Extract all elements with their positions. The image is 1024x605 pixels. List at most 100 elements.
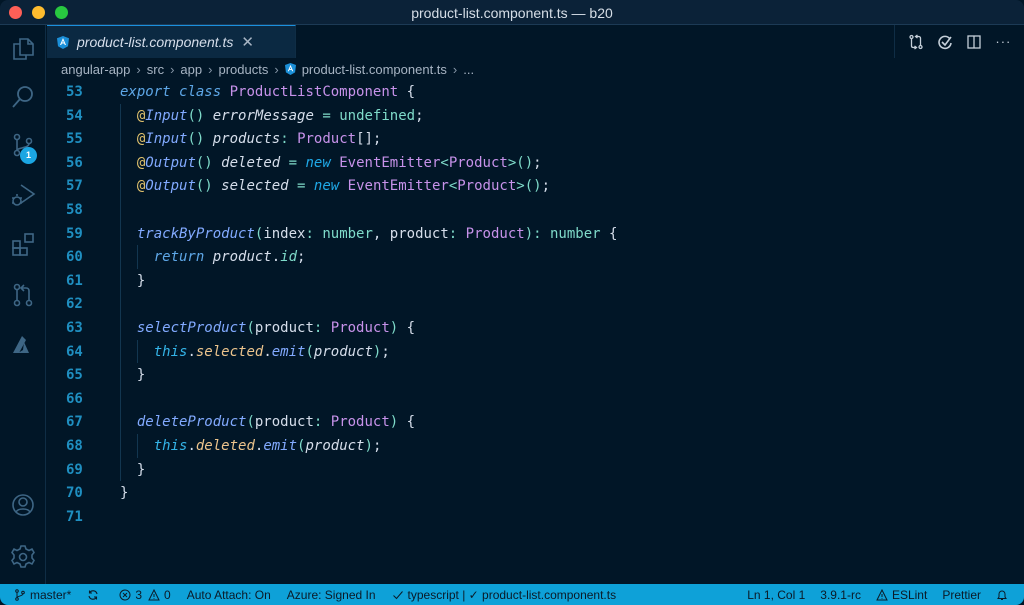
code-text: } xyxy=(137,363,145,387)
prettier-label: Prettier xyxy=(942,587,981,602)
status-eslint[interactable]: ESLint xyxy=(876,588,927,602)
eslint-label: ESLint xyxy=(891,587,928,602)
code-token: : xyxy=(305,225,314,242)
code-token: ; xyxy=(541,178,550,195)
more-actions-button[interactable]: ··· xyxy=(994,33,1012,51)
activity-run-debug[interactable] xyxy=(9,181,37,209)
activity-azure[interactable] xyxy=(9,331,37,359)
code-text: } xyxy=(120,481,128,505)
line-number: 58 xyxy=(66,202,83,218)
status-branch[interactable]: master* xyxy=(14,588,71,602)
code-token: class xyxy=(179,84,222,100)
code-token: () xyxy=(516,154,534,171)
code-line: 63 selectProduct(product: Product) { xyxy=(46,316,946,340)
source-control-badge: 1 xyxy=(20,147,37,164)
status-problems[interactable]: 3 0 xyxy=(119,588,171,602)
code-text: export class ProductListComponent { xyxy=(120,80,415,104)
code-token: Product xyxy=(465,225,525,242)
line-number: 66 xyxy=(66,390,83,407)
indent-guide xyxy=(136,245,138,269)
gear-icon xyxy=(11,545,35,568)
code-line: 53 export class ProductListComponent { xyxy=(46,80,946,104)
code-token: product xyxy=(254,320,314,336)
code-token: new xyxy=(305,154,331,171)
code-token: = xyxy=(288,154,298,171)
split-editor-button[interactable] xyxy=(965,33,983,51)
code-text: this.deleted.emit(product); xyxy=(154,434,382,458)
code-editor[interactable]: 53 export class ProductListComponent {54 @… xyxy=(46,80,1024,584)
code-token: ; xyxy=(297,249,306,266)
code-token: products xyxy=(212,131,281,148)
code-line: 62 xyxy=(46,292,946,316)
activity-pull-requests[interactable] xyxy=(9,281,37,309)
ts-version: 3.9.1-rc xyxy=(820,587,861,602)
extensions-icon xyxy=(12,233,34,256)
title-bar: product-list.component.ts — b20 xyxy=(0,0,1024,25)
breadcrumb-item[interactable]: angular-app xyxy=(61,62,130,77)
breadcrumb-item[interactable]: product-list.component.ts xyxy=(302,62,447,77)
line-number: 65 xyxy=(66,367,83,384)
status-azure[interactable]: Azure: Signed In xyxy=(287,588,376,602)
status-prettier[interactable]: Prettier xyxy=(942,588,981,602)
code-token: () xyxy=(187,131,205,148)
code-token: ProductListComponent xyxy=(229,84,399,100)
open-changes-button[interactable] xyxy=(907,33,925,51)
status-auto-attach[interactable]: Auto Attach: On xyxy=(187,588,271,602)
breadcrumb-item[interactable]: src xyxy=(147,62,164,77)
review-button[interactable] xyxy=(936,33,954,51)
code-token: () xyxy=(524,178,542,195)
activity-accounts[interactable] xyxy=(9,491,37,519)
line-number: 56 xyxy=(66,154,83,171)
breadcrumb-item[interactable]: products xyxy=(218,62,268,77)
close-tab-icon[interactable]: ✕ xyxy=(241,33,254,51)
code-token: deleted xyxy=(221,154,281,171)
code-token: selectProduct xyxy=(136,320,247,336)
code-text: selectProduct(product: Product) { xyxy=(137,316,415,340)
code-token: . xyxy=(263,343,272,360)
azure-icon xyxy=(13,336,29,353)
code-token: ; xyxy=(372,438,382,454)
status-language-check[interactable]: typescript | ✓ product-list.component.ts xyxy=(392,588,616,602)
indent-guide xyxy=(136,434,138,458)
tab-product-list-component[interactable]: product-list.component.ts ✕ xyxy=(47,25,296,58)
code-token: ( xyxy=(246,414,255,431)
code-line: 56 @Output() deleted = new EventEmitter<P… xyxy=(46,151,946,175)
code-line: 68 this.deleted.emit(product); xyxy=(46,434,946,458)
tab-bar: product-list.component.ts ✕ xyxy=(46,25,1024,58)
status-notifications[interactable] xyxy=(996,589,1008,601)
status-cursor-position[interactable]: Ln 1, Col 1 xyxy=(747,588,805,602)
code-token: { xyxy=(398,320,416,336)
search-icon xyxy=(12,86,33,108)
activity-search[interactable] xyxy=(9,83,37,111)
code-text: @Output() deleted = new EventEmitter<Pro… xyxy=(137,151,542,175)
code-token: trackByProduct xyxy=(136,225,255,242)
code-token: deleteProduct xyxy=(136,414,247,431)
window-title: product-list.component.ts — b20 xyxy=(411,5,613,21)
run-debug-icon xyxy=(12,184,36,206)
auto-attach-label: Auto Attach: On xyxy=(186,587,271,602)
code-line: 67 deleteProduct(product: Product) { xyxy=(46,410,946,434)
status-sync[interactable] xyxy=(87,589,103,601)
split-editor-icon xyxy=(967,34,981,49)
indent-guide xyxy=(136,339,138,364)
line-number: 64 xyxy=(66,343,83,360)
breadcrumb-item[interactable]: app xyxy=(180,62,202,77)
line-number: 57 xyxy=(66,178,83,195)
activity-extensions[interactable] xyxy=(9,231,37,259)
activity-explorer[interactable] xyxy=(9,35,37,63)
line-number: 59 xyxy=(66,225,83,242)
code-token: emit xyxy=(263,438,298,454)
cursor-position: Ln 1, Col 1 xyxy=(747,587,806,602)
code-token: product xyxy=(389,225,449,242)
activity-manage[interactable] xyxy=(9,543,37,571)
code-token: new xyxy=(313,178,340,195)
code-text: deleteProduct(product: Product) { xyxy=(137,410,415,434)
status-ts-version[interactable]: 3.9.1-rc xyxy=(820,588,861,602)
breadcrumb-item[interactable]: ... xyxy=(463,62,474,77)
